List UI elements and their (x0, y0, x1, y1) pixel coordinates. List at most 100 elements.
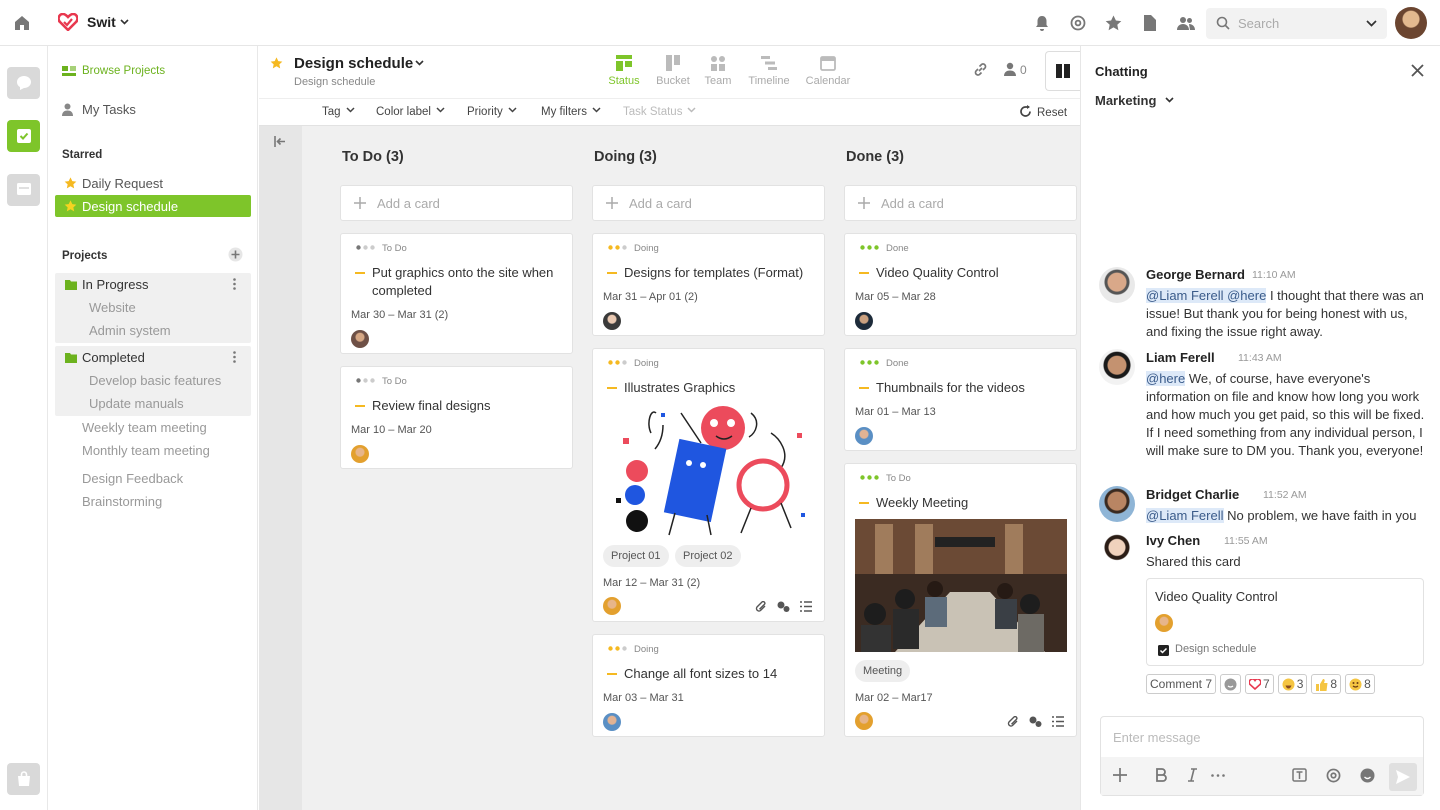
avatar[interactable] (1099, 267, 1135, 303)
chevron-down-icon[interactable] (1165, 97, 1174, 103)
avatar[interactable] (1099, 349, 1135, 385)
comment-count-button[interactable]: Comment 7 (1146, 674, 1217, 694)
send-button[interactable] (1389, 763, 1417, 791)
filter-my-filters[interactable]: My filters (541, 106, 601, 118)
rail-mail-button[interactable] (7, 174, 40, 206)
card-tag[interactable]: Meeting (855, 660, 911, 682)
assignee-avatar[interactable] (855, 712, 873, 730)
task-card[interactable]: Doing Illustrates Graphics Project 01 Pr… (592, 348, 825, 622)
tab-status[interactable]: Status (599, 55, 649, 87)
bold-icon[interactable] (1156, 768, 1167, 782)
project-item-develop-basic-features[interactable]: Develop basic features (89, 373, 221, 388)
starred-item-design-schedule[interactable]: Design schedule (55, 195, 251, 217)
assignee-avatar[interactable] (603, 312, 621, 330)
more-vertical-icon[interactable] (233, 278, 236, 290)
star-icon[interactable] (270, 57, 283, 69)
assignee-avatar[interactable] (1155, 614, 1173, 632)
search-input[interactable]: Search (1238, 16, 1279, 31)
add-card-button[interactable]: Add a card (340, 185, 573, 221)
bell-icon[interactable] (1034, 15, 1050, 32)
rail-apps-button[interactable] (7, 763, 40, 795)
mention-icon[interactable] (1070, 15, 1086, 31)
search-box[interactable]: Search (1206, 8, 1387, 39)
task-card[interactable]: Done Video Quality Control Mar 05 – Mar … (844, 233, 1077, 336)
swit-logo-icon[interactable] (58, 13, 78, 31)
add-reaction-button[interactable] (1220, 674, 1242, 694)
plus-icon[interactable] (1113, 768, 1127, 782)
reset-button[interactable]: Reset (1019, 105, 1067, 119)
filter-color-label[interactable]: Color label (376, 106, 445, 118)
member-icon[interactable] (1004, 62, 1016, 76)
reaction-heart[interactable]: 7 (1245, 674, 1274, 694)
shared-task-card[interactable]: Video Quality Control Design schedule (1146, 578, 1424, 666)
home-icon[interactable] (14, 15, 30, 31)
tab-timeline[interactable]: Timeline (744, 55, 794, 87)
message-author[interactable]: George Bernard (1146, 267, 1245, 282)
avatar[interactable] (1099, 533, 1135, 569)
reaction-grin[interactable]: 3 (1277, 674, 1308, 694)
rail-chat-button[interactable] (7, 67, 40, 99)
project-folder-completed[interactable]: Completed (55, 346, 251, 369)
task-card[interactable]: To Do Put graphics onto the site when co… (340, 233, 573, 354)
assignee-avatar[interactable] (351, 330, 369, 348)
card-tag[interactable]: Project 02 (675, 545, 741, 567)
more-horizontal-icon[interactable] (1211, 774, 1225, 777)
close-icon[interactable] (1411, 64, 1424, 77)
link-icon[interactable] (973, 62, 988, 77)
project-item-brainstorming[interactable]: Brainstorming (82, 494, 162, 509)
message-author[interactable]: Ivy Chen (1146, 533, 1200, 548)
star-icon[interactable] (1105, 15, 1122, 31)
reaction-smile[interactable]: 8 (1345, 674, 1375, 694)
chevron-down-icon[interactable] (120, 19, 129, 25)
filter-tag[interactable]: Tag (322, 106, 355, 118)
mention-icon[interactable] (1326, 768, 1341, 783)
chevron-down-icon[interactable] (1366, 20, 1377, 27)
mention-tag[interactable]: @Liam Ferell @here (1146, 288, 1267, 303)
project-item-design-feedback[interactable]: Design Feedback (82, 471, 183, 486)
board-title[interactable]: Design schedule (294, 55, 413, 72)
add-card-button[interactable]: Add a card (592, 185, 825, 221)
filter-priority[interactable]: Priority (467, 106, 517, 118)
workspace-name[interactable]: Swit (87, 14, 116, 30)
task-card[interactable]: To Do Weekly Meeting Meeting Mar 02 – Ma… (844, 463, 1077, 737)
project-item-monthly-team-meeting[interactable]: Monthly team meeting (82, 443, 210, 458)
panel-toggle-button[interactable] (1045, 51, 1080, 91)
assignee-avatar[interactable] (855, 312, 873, 330)
project-item-website[interactable]: Website (89, 300, 136, 315)
task-card[interactable]: Doing Designs for templates (Format) Mar… (592, 233, 825, 336)
message-input[interactable]: Enter message (1113, 730, 1200, 745)
channel-selector[interactable]: Marketing (1095, 93, 1156, 108)
add-card-button[interactable]: Add a card (844, 185, 1077, 221)
message-author[interactable]: Bridget Charlie (1146, 487, 1239, 502)
starred-item-daily-request[interactable]: Daily Request (55, 172, 251, 194)
avatar[interactable] (1099, 486, 1135, 522)
card-tag[interactable]: Project 01 (603, 545, 669, 567)
project-item-weekly-team-meeting[interactable]: Weekly team meeting (82, 420, 207, 435)
mention-tag[interactable]: @Liam Ferell (1146, 508, 1224, 523)
tab-calendar[interactable]: Calendar (803, 55, 853, 87)
add-project-icon[interactable] (228, 247, 243, 262)
assignee-avatar[interactable] (855, 427, 873, 445)
people-icon[interactable] (1177, 15, 1195, 31)
italic-icon[interactable] (1188, 768, 1197, 782)
assignee-avatar[interactable] (603, 597, 621, 615)
project-item-admin-system[interactable]: Admin system (89, 323, 171, 338)
more-vertical-icon[interactable] (233, 351, 236, 363)
text-format-icon[interactable] (1292, 768, 1307, 782)
chevron-down-icon[interactable] (415, 60, 424, 66)
reaction-thumbs-up[interactable]: 8 (1311, 674, 1342, 694)
filter-task-status[interactable]: Task Status (623, 106, 696, 118)
message-author[interactable]: Liam Ferell (1146, 350, 1215, 365)
assignee-avatar[interactable] (351, 445, 369, 463)
user-avatar[interactable] (1395, 7, 1427, 39)
collapse-sidebar-strip[interactable] (259, 126, 302, 810)
mention-tag[interactable]: @here (1146, 371, 1186, 386)
task-card[interactable]: Doing Change all font sizes to 14 Mar 03… (592, 634, 825, 737)
tab-team[interactable]: Team (693, 55, 743, 87)
assignee-avatar[interactable] (603, 713, 621, 731)
rail-tasks-button[interactable] (7, 120, 40, 152)
project-item-update-manuals[interactable]: Update manuals (89, 396, 184, 411)
emoji-icon[interactable] (1360, 768, 1375, 783)
tab-bucket[interactable]: Bucket (648, 55, 698, 87)
project-folder-in-progress[interactable]: In Progress (55, 273, 251, 296)
